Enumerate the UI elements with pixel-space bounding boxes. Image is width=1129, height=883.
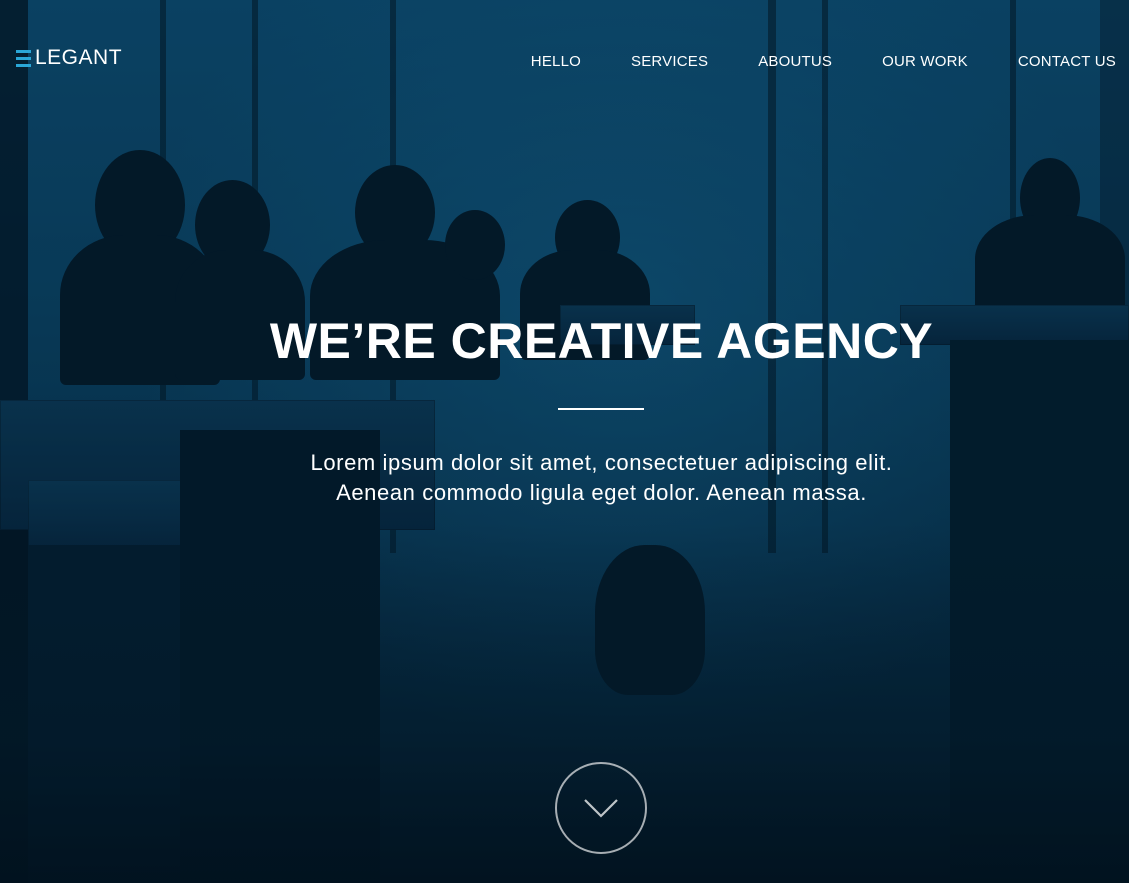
hero-section: LEGANT HELLO SERVICES ABOUTUS OUR WORK C… [0, 0, 1129, 883]
nav-link-our-work[interactable]: OUR WORK [882, 53, 968, 70]
hero-subtitle-line-1: Lorem ipsum dolor sit amet, consectetuer… [310, 450, 893, 475]
logo-e-icon [16, 49, 31, 67]
top-navigation: LEGANT HELLO SERVICES ABOUTUS OUR WORK C… [0, 0, 1129, 120]
scroll-down-button[interactable] [555, 762, 647, 854]
nav-link-contact-us[interactable]: CONTACT US [1018, 53, 1116, 70]
hero-subtitle-line-2: Aenean commodo ligula eget dolor. Aenean… [336, 480, 867, 505]
logo-text: LEGANT [35, 46, 123, 69]
hero-title: WE’RE CREATIVE AGENCY [269, 313, 934, 369]
nav-link-services[interactable]: SERVICES [631, 53, 708, 70]
nav-link-about-us[interactable]: ABOUTUS [758, 53, 832, 70]
hero-subtitle: Lorem ipsum dolor sit amet, consectetuer… [0, 448, 1129, 508]
title-divider [558, 408, 644, 410]
logo[interactable]: LEGANT [16, 46, 122, 70]
main-menu: HELLO SERVICES ABOUTUS OUR WORK CONTACT … [531, 53, 1116, 70]
nav-link-hello[interactable]: HELLO [531, 53, 581, 70]
chevron-down-icon [584, 799, 618, 818]
color-overlay [0, 0, 1129, 883]
